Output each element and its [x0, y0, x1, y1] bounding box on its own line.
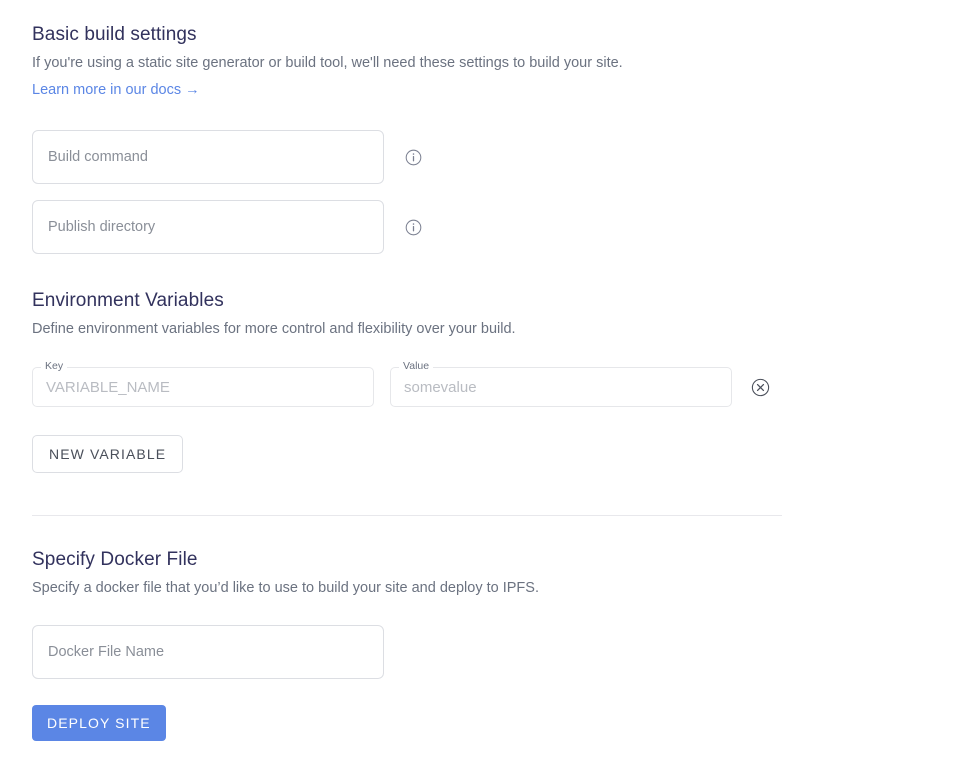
publish-directory-input[interactable]: [32, 200, 384, 254]
learn-more-docs-link[interactable]: Learn more in our docs →: [32, 80, 200, 101]
environment-variable-row: Key Value: [32, 360, 932, 407]
env-value-input[interactable]: [390, 367, 732, 407]
section-divider: [32, 515, 782, 516]
docker-file-name-input[interactable]: [32, 625, 384, 679]
info-circle-icon[interactable]: [405, 149, 422, 166]
docker-file-name-row: [32, 625, 932, 679]
docker-file-title: Specify Docker File: [32, 549, 198, 570]
env-key-input[interactable]: [32, 367, 374, 407]
env-value-field: Value: [390, 360, 732, 407]
environment-variables-section: Environment Variables Define environment…: [32, 288, 932, 473]
environment-variables-description: Define environment variables for more co…: [32, 321, 516, 337]
info-circle-icon[interactable]: [405, 219, 422, 236]
build-command-row: [32, 130, 932, 184]
learn-more-docs-label: Learn more in our docs: [32, 82, 182, 98]
circle-x-icon[interactable]: [751, 378, 770, 397]
env-key-field: Key: [32, 360, 374, 407]
basic-build-settings-section: Basic build settings If you're using a s…: [32, 0, 932, 254]
deploy-site-button[interactable]: DEPLOY SITE: [32, 705, 166, 741]
publish-directory-row: [32, 200, 932, 254]
basic-build-settings-description: If you're using a static site generator …: [32, 55, 623, 71]
docker-file-description: Specify a docker file that you’d like to…: [32, 580, 539, 596]
new-variable-button[interactable]: NEW VARIABLE: [32, 435, 184, 473]
arrow-right-icon: →: [185, 82, 200, 98]
docker-file-section: Specify Docker File Specify a docker fil…: [32, 547, 932, 741]
build-settings-page: Basic build settings If you're using a s…: [32, 0, 932, 741]
basic-build-settings-title: Basic build settings: [32, 24, 197, 45]
build-command-input[interactable]: [32, 130, 384, 184]
environment-variables-title: Environment Variables: [32, 290, 224, 311]
